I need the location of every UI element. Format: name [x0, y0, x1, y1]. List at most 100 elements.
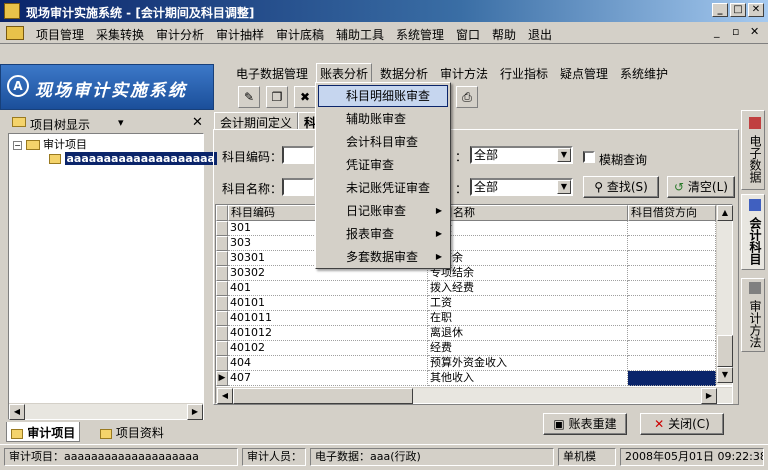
dropdown-item[interactable]: 多套数据审查 ▶ — [318, 246, 448, 268]
mdi-close-button[interactable]: ✕ — [750, 25, 759, 38]
subject-table[interactable]: 科目编码 科目名称 科目借贷方向 301基金30330301性结余30302专项… — [215, 204, 733, 404]
table-cell[interactable]: 性结余 — [428, 251, 628, 266]
tabmenu-suspect-management[interactable]: 疑点管理 — [560, 65, 608, 82]
tree-child[interactable]: aaaaaaaaaaaaaaaaaaaa — [49, 152, 217, 165]
scroll-thumb[interactable] — [717, 335, 733, 367]
table-cell[interactable]: 在职 — [428, 311, 628, 326]
dropdown-item[interactable]: 日记账审查 ▶ — [318, 200, 448, 222]
fuzzy-checkbox[interactable] — [583, 151, 595, 163]
scroll-down-icon[interactable]: ▼ — [717, 367, 733, 383]
chevron-down-icon[interactable]: ▾ — [118, 116, 124, 129]
copy-tool-icon[interactable]: ❐ — [266, 86, 288, 108]
row-indicator[interactable] — [216, 221, 228, 236]
table-cell[interactable] — [628, 341, 716, 356]
tabmenu-data-management[interactable]: 电子数据管理 — [236, 65, 308, 82]
menu-item-window[interactable]: 窗口 — [456, 26, 480, 43]
collapse-icon[interactable]: − — [13, 140, 22, 150]
report-analysis-dropdown[interactable]: 科目明细账审查 辅助账审查 会计科目审查 凭证审查 未记账凭证审查 日记账审查 ▶ 报表审查 ▶… — [315, 82, 451, 269]
dropdown-item[interactable]: 凭证审查 — [318, 154, 448, 176]
mdi-restore-button[interactable]: ▫ — [732, 25, 739, 38]
maximize-button[interactable]: □ — [730, 3, 746, 17]
edit-tool-icon[interactable]: ✎ — [238, 86, 260, 108]
hscroll-thumb[interactable] — [233, 388, 413, 404]
col-header-direction[interactable]: 科目借贷方向 — [628, 205, 716, 221]
table-cell[interactable]: 经费 — [428, 341, 628, 356]
tabmenu-data-analysis[interactable]: 数据分析 — [380, 65, 428, 82]
menu-item-system[interactable]: 系统管理 — [396, 26, 444, 43]
row-indicator[interactable] — [216, 281, 228, 296]
table-cell[interactable]: 专项结余 — [428, 266, 628, 281]
row-indicator[interactable] — [216, 341, 228, 356]
dropdown-item[interactable]: 报表审查 ▶ — [318, 223, 448, 245]
minimize-button[interactable]: _ — [712, 3, 728, 17]
tabmenu-system-maintenance[interactable]: 系统维护 — [620, 65, 668, 82]
mdi-minimize-button[interactable]: _ — [714, 25, 720, 38]
table-cell[interactable]: 40102 — [228, 341, 428, 356]
tab-audit-project[interactable]: 审计项目 — [6, 422, 81, 442]
menu-item-draft[interactable]: 审计底稿 — [276, 26, 324, 43]
table-cell[interactable] — [628, 356, 716, 371]
tabmenu-audit-method[interactable]: 审计方法 — [440, 65, 488, 82]
menu-item-analysis[interactable]: 审计分析 — [156, 26, 204, 43]
table-cell[interactable]: 401011 — [228, 311, 428, 326]
table-cell[interactable] — [628, 281, 716, 296]
table-vscroll[interactable]: ▲ ▼ — [716, 205, 733, 385]
tree-root[interactable]: − 审计项目 — [13, 136, 87, 152]
tree-hscroll[interactable]: ◀ ▶ — [9, 403, 203, 420]
filter-combo-1[interactable]: 全部 ▼ — [470, 146, 573, 164]
scroll-up-icon[interactable]: ▲ — [717, 205, 733, 221]
row-indicator[interactable] — [216, 296, 228, 311]
menu-item-project[interactable]: 项目管理 — [36, 26, 84, 43]
menu-item-help[interactable]: 帮助 — [492, 26, 516, 43]
table-cell[interactable]: 40101 — [228, 296, 428, 311]
delete-tool-icon[interactable]: ✖ — [294, 86, 316, 108]
row-indicator[interactable] — [216, 356, 228, 371]
mdi-child-icon[interactable] — [6, 26, 24, 40]
table-hscroll[interactable]: ◀ ▶ — [216, 387, 732, 404]
table-cell[interactable] — [628, 311, 716, 326]
table-cell[interactable]: 401 — [228, 281, 428, 296]
side-tab-audit-method[interactable]: 审计方法 — [741, 278, 765, 352]
tabmenu-report-analysis[interactable]: 账表分析 — [316, 63, 373, 84]
table-cell[interactable] — [628, 221, 716, 236]
table-cell[interactable] — [628, 251, 716, 266]
filter-combo-2[interactable]: 全部 ▼ — [470, 178, 573, 196]
table-cell[interactable]: 拨入经费 — [428, 281, 628, 296]
table-cell[interactable]: 预算外资金收入 — [428, 356, 628, 371]
menu-item-sampling[interactable]: 审计抽样 — [216, 26, 264, 43]
scroll-right-icon[interactable]: ▶ — [701, 388, 717, 404]
table-cell[interactable]: 基金 — [428, 221, 628, 236]
tab-period-definition[interactable]: 会计期间定义 — [214, 112, 299, 130]
menu-item-collect[interactable]: 采集转换 — [96, 26, 144, 43]
chevron-down-icon[interactable]: ▼ — [557, 180, 571, 194]
side-tab-accounting-subject[interactable]: 会计科目 — [741, 194, 765, 270]
rebuild-button[interactable]: ▣ 账表重建 — [543, 413, 627, 435]
scroll-left-icon[interactable]: ◀ — [9, 404, 25, 420]
tabmenu-industry-index[interactable]: 行业指标 — [500, 65, 548, 82]
close-form-button[interactable]: ✕ 关闭(C) — [640, 413, 724, 435]
table-cell[interactable]: 离退休 — [428, 326, 628, 341]
scroll-right-icon[interactable]: ▶ — [187, 404, 203, 420]
print-tool-icon[interactable]: ⎙ — [456, 86, 478, 108]
subject-name-input[interactable] — [282, 178, 314, 196]
clear-button[interactable]: ↺ 清空(L) — [667, 176, 735, 198]
close-button[interactable]: ✕ — [748, 3, 764, 17]
dropdown-item[interactable]: 未记账凭证审查 — [318, 177, 448, 199]
dropdown-item[interactable]: 会计科目审查 — [318, 131, 448, 153]
side-tab-electronic-data[interactable]: 电子数据 — [741, 110, 765, 190]
menu-item-exit[interactable]: 退出 — [528, 26, 552, 43]
menu-item-tools[interactable]: 辅助工具 — [336, 26, 384, 43]
scroll-left-icon[interactable]: ◀ — [217, 388, 233, 404]
tab-project-files[interactable]: 项目资料 — [96, 422, 168, 442]
dropdown-item[interactable]: 科目明细账审查 — [318, 85, 448, 107]
table-cell[interactable]: 工资 — [428, 296, 628, 311]
row-indicator[interactable] — [216, 326, 228, 341]
table-cell[interactable] — [628, 236, 716, 251]
table-cell[interactable]: 404 — [228, 356, 428, 371]
row-indicator[interactable] — [216, 266, 228, 281]
col-header-name[interactable]: 科目名称 — [428, 205, 628, 221]
close-icon[interactable]: ✕ — [192, 115, 203, 130]
subject-code-input[interactable] — [282, 146, 314, 164]
table-cell[interactable]: 其他收入 — [428, 371, 628, 386]
project-tree[interactable]: − 审计项目 aaaaaaaaaaaaaaaaaaaa ◀ ▶ — [8, 133, 217, 420]
